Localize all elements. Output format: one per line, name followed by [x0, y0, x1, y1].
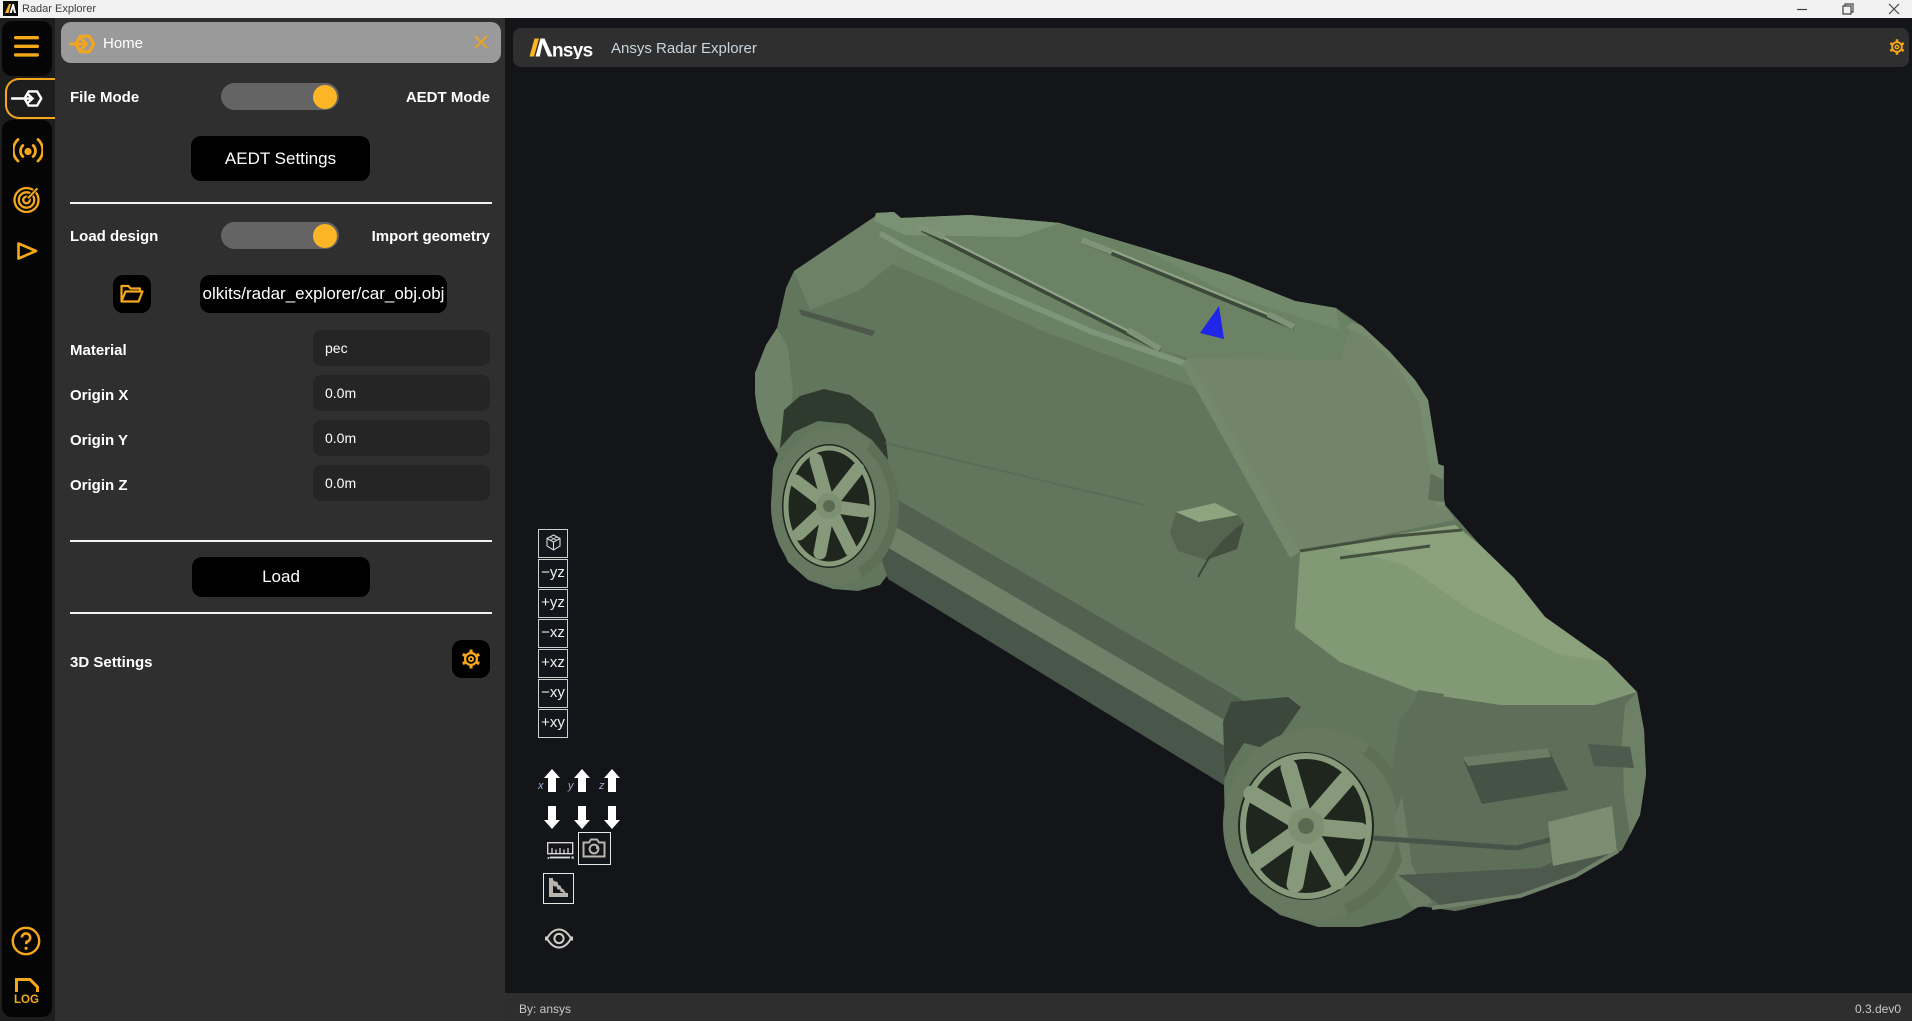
- svg-text:nsys: nsys: [552, 41, 593, 60]
- svg-text:x: x: [537, 780, 544, 792]
- svg-text:y: y: [567, 780, 575, 792]
- svg-text:z: z: [598, 780, 605, 792]
- svg-text:LOG: LOG: [14, 994, 39, 1004]
